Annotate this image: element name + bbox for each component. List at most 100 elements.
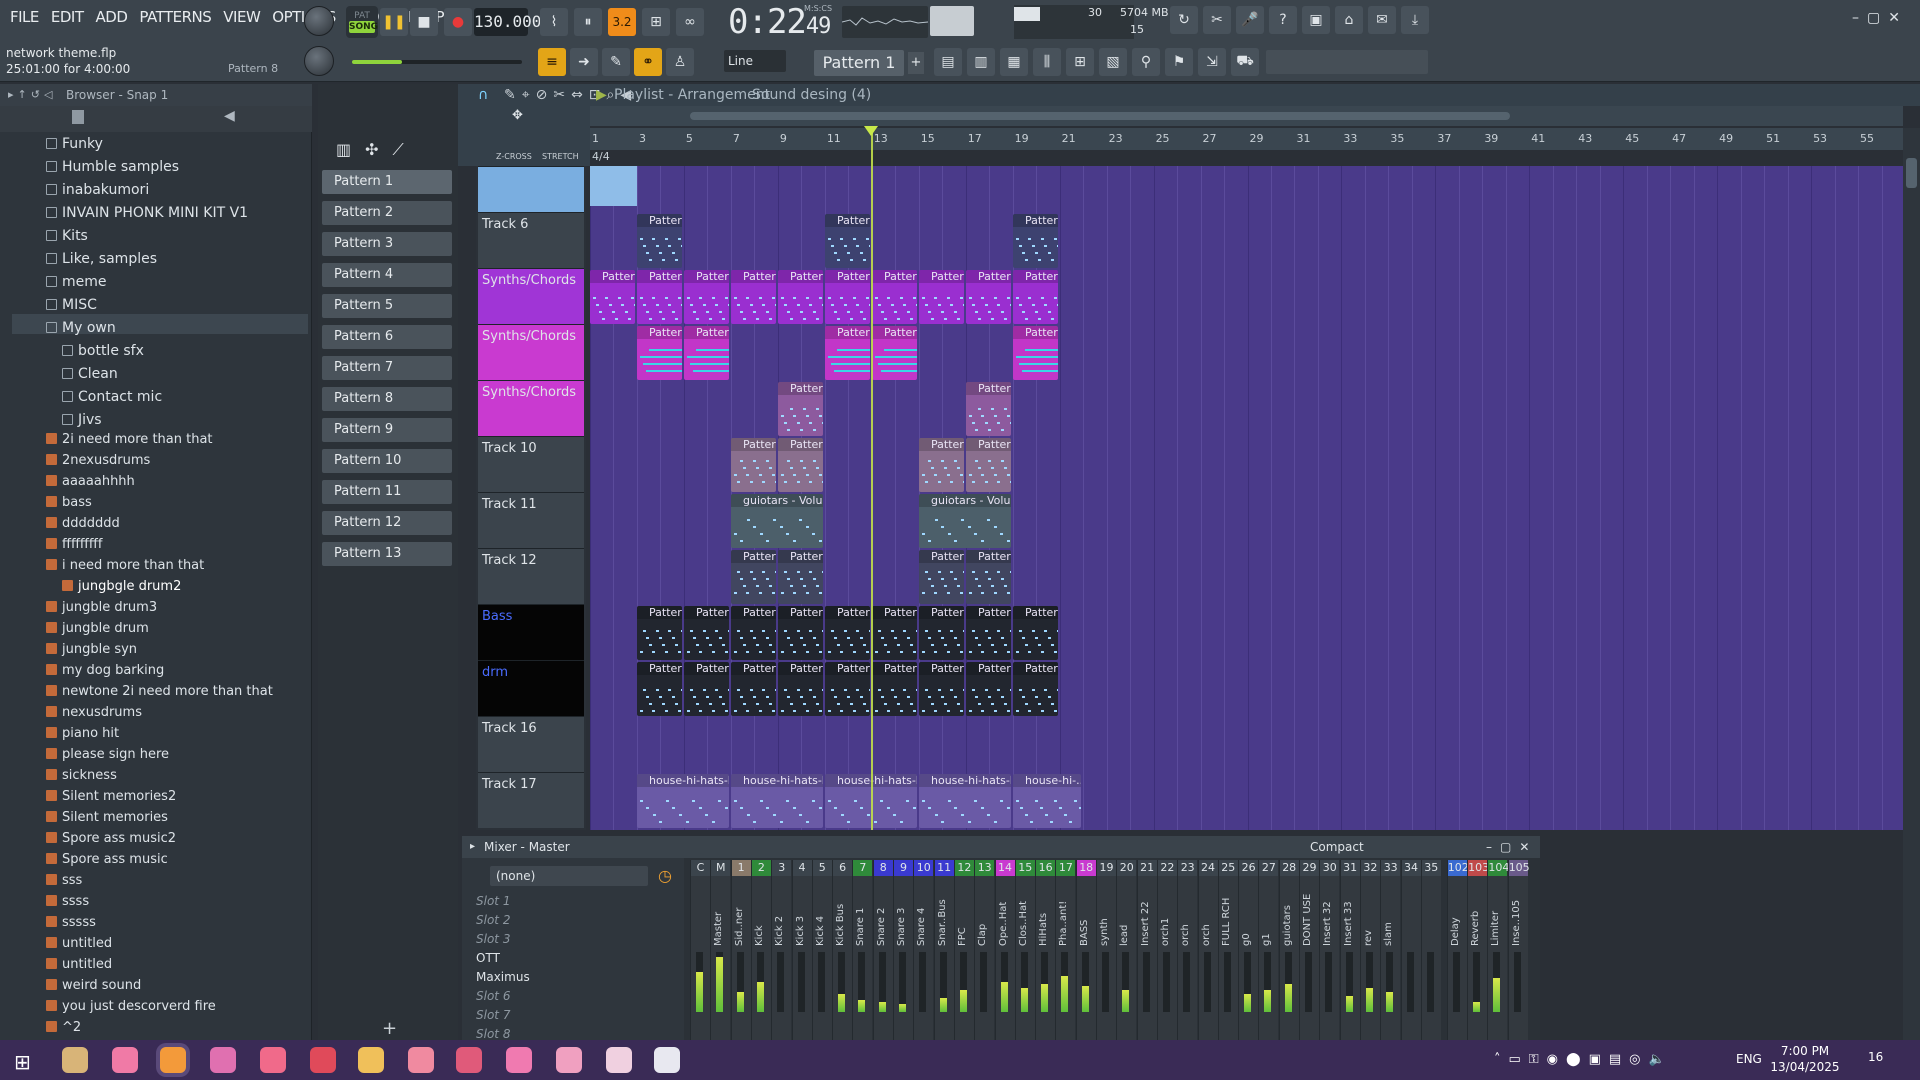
tempo-display[interactable]: 130.000 [474, 8, 541, 36]
playlist-clip[interactable]: Pattern 9 [919, 270, 964, 324]
playlist-clip[interactable]: Pattern 5 [684, 662, 729, 716]
pattern-item[interactable]: Pattern 4 [322, 263, 452, 287]
mixer-strip[interactable]: 24 orch [1197, 860, 1218, 1040]
browser-file[interactable]: untitled [46, 955, 112, 975]
mixer-strip[interactable]: 32 rev [1359, 860, 1380, 1040]
menu-item-view[interactable]: VIEW [217, 8, 266, 26]
magnet-icon[interactable]: ∩ [478, 84, 488, 106]
playlist-clip[interactable]: Pattern 8 [872, 270, 917, 324]
playlist-clip[interactable]: Pattern 5 [825, 662, 870, 716]
browser-file[interactable]: nexusdrums [46, 703, 142, 723]
browser-file[interactable]: jungbgle drum2 [62, 577, 181, 597]
record-button[interactable]: ● [444, 8, 472, 36]
mixer-strip[interactable]: 105 Inse..105 [1507, 860, 1530, 1040]
help-icon[interactable]: ? [1269, 6, 1297, 34]
mixer-strip[interactable]: 13 Clap [974, 860, 995, 1040]
mixer-slot[interactable]: OTT [476, 949, 500, 967]
browser-file[interactable]: jungble drum3 [46, 598, 157, 618]
pattern-item[interactable]: Pattern 7 [322, 356, 452, 380]
app-icon-3[interactable] [260, 1047, 286, 1073]
browser-folder[interactable]: Humble samples [46, 157, 179, 177]
tray-icons[interactable]: ˄▭⚿◉⬤▣▤◎🔈 [1494, 1052, 1673, 1067]
channel-rack-icon[interactable]: ▦ [1000, 48, 1028, 76]
playlist-clip[interactable]: Pattern 2 [637, 606, 682, 660]
mixer-strip[interactable]: 5 Kick 4 [811, 860, 832, 1040]
arrow-icon[interactable]: ➜ [570, 48, 598, 76]
window-controls[interactable]: –▢✕ [1852, 10, 1908, 26]
browser-file[interactable]: Spore ass music [46, 850, 168, 870]
playlist-clip[interactable]: Pattern 10 [1013, 214, 1058, 268]
stamp-icon[interactable]: ♙ [666, 48, 694, 76]
browser-file[interactable]: please sign here [46, 745, 169, 765]
browser-file[interactable]: fffffffff [46, 535, 102, 555]
master-volume-slider[interactable] [352, 60, 522, 64]
pause-button[interactable]: ❚❚ [380, 8, 408, 36]
playlist-clip[interactable]: guiotars - Volume [919, 494, 1011, 548]
mixer-strip[interactable]: 103 Reverb [1467, 860, 1489, 1040]
playlist-clip[interactable]: Pattern 13 [919, 438, 964, 492]
playlist-clip[interactable]: Pattern 1 [872, 326, 917, 380]
app-icon-5[interactable] [358, 1047, 384, 1073]
loop-record-icon[interactable]: ∞ [676, 8, 704, 36]
mixer-strip[interactable]: 10 Snare 4 [913, 860, 934, 1040]
pattern-item[interactable]: Pattern 11 [322, 480, 452, 504]
playlist-clip[interactable]: Pattern 13 [731, 438, 776, 492]
blend-notes-icon[interactable]: ⊞ [642, 8, 670, 36]
timeline-ruler[interactable]: 1 3 5 7 9 11 13 15 17 19 21 23 25 27 29 31 33 35 37 39 41 43 4… [590, 128, 1905, 150]
mixer-slot[interactable]: Slot 7 [476, 1006, 510, 1024]
calendar-icon[interactable] [654, 1047, 680, 1073]
mixer-strip[interactable]: 28 guiotars [1278, 860, 1299, 1040]
news-panel[interactable] [1266, 50, 1428, 74]
playlist-clip[interactable]: house-hi-hats-b...uncy-loop_130bpm [919, 774, 1011, 828]
menu-item-add[interactable]: ADD [90, 8, 134, 26]
browser-file[interactable]: sssss [46, 913, 96, 933]
piano-roll-icon[interactable]: ▥ [967, 48, 995, 76]
playhead[interactable] [871, 128, 873, 830]
mixer-strip[interactable]: 19 synth [1096, 860, 1116, 1040]
play-icon[interactable]: ▶ [596, 84, 607, 106]
browser-subfolder[interactable]: bottle sfx [62, 341, 144, 361]
mixer-collapse-icon[interactable]: ▸ [470, 836, 475, 858]
mixer-strip[interactable]: 21 Insert 22 [1136, 860, 1157, 1040]
browser-file[interactable]: jungble drum [46, 619, 149, 639]
speaker-icon[interactable]: ◀ [224, 108, 235, 124]
browser-nav-icons[interactable]: ▸↑↺◁ [8, 88, 56, 101]
playlist-clip[interactable]: Pattern 13 [778, 438, 823, 492]
playlist-clip[interactable]: Pattern 4 [966, 550, 1011, 604]
mixer-slot[interactable]: Slot 3 [476, 930, 510, 948]
mixer-strip[interactable]: 11 Snar..Bus [933, 860, 954, 1040]
playlist-clip[interactable]: Pattern 1 [1013, 326, 1058, 380]
playlist-grid[interactable]: Pattern 10Pattern 10Pattern 10Pattern 8P… [590, 166, 1905, 830]
master-pitch-knob[interactable] [304, 46, 334, 76]
browser-file[interactable]: Spore ass music2 [46, 829, 176, 849]
menu-item-file[interactable]: FILE [4, 8, 45, 26]
mixer-slot[interactable]: Slot 6 [476, 987, 510, 1005]
browser-folder[interactable]: MISC [46, 295, 97, 315]
music-icon[interactable] [408, 1047, 434, 1073]
app-icon-2[interactable] [210, 1047, 236, 1073]
playlist-clip[interactable]: Pattern 11 [966, 382, 1011, 436]
browser-file[interactable]: ddddddd [46, 514, 120, 534]
playlist-clip[interactable]: Pattern 11 [778, 382, 823, 436]
add-track-icon[interactable]: + [382, 1018, 397, 1039]
pattern-item[interactable]: Pattern 1 [322, 170, 452, 194]
track-header[interactable]: Track 12 [478, 548, 584, 604]
playlist-clip[interactable]: Pattern 10 [637, 214, 682, 268]
browser-file[interactable]: i need more than that [46, 556, 204, 576]
track-header[interactable]: Synths/Chords [478, 380, 584, 436]
browser-file[interactable]: weird sound [46, 976, 141, 996]
playlist-clip[interactable]: Pattern 5 [872, 662, 917, 716]
mixer-strip[interactable]: 2 Kick [750, 860, 771, 1040]
mixer-preset[interactable]: (none) [490, 866, 648, 886]
mixer-strip[interactable]: 7 Snare 1 [852, 860, 873, 1040]
mixer-strip[interactable]: 35 [1420, 860, 1441, 1040]
mixer-strip[interactable]: 16 HiHats [1035, 860, 1056, 1040]
zoom-icon[interactable]: ✥ [512, 108, 523, 123]
pattern-item[interactable]: Pattern 8 [322, 387, 452, 411]
playlist-clip[interactable]: Pattern 2 [1013, 606, 1058, 660]
mixer-strip[interactable]: 15 Clos..Hat [1014, 860, 1035, 1040]
browser-file[interactable]: my dog barking [46, 661, 164, 681]
playlist-clip[interactable]: Pattern 6 [966, 662, 1011, 716]
mixer-strip[interactable]: 22 orch1 [1156, 860, 1177, 1040]
menu-item-edit[interactable]: EDIT [45, 8, 90, 26]
